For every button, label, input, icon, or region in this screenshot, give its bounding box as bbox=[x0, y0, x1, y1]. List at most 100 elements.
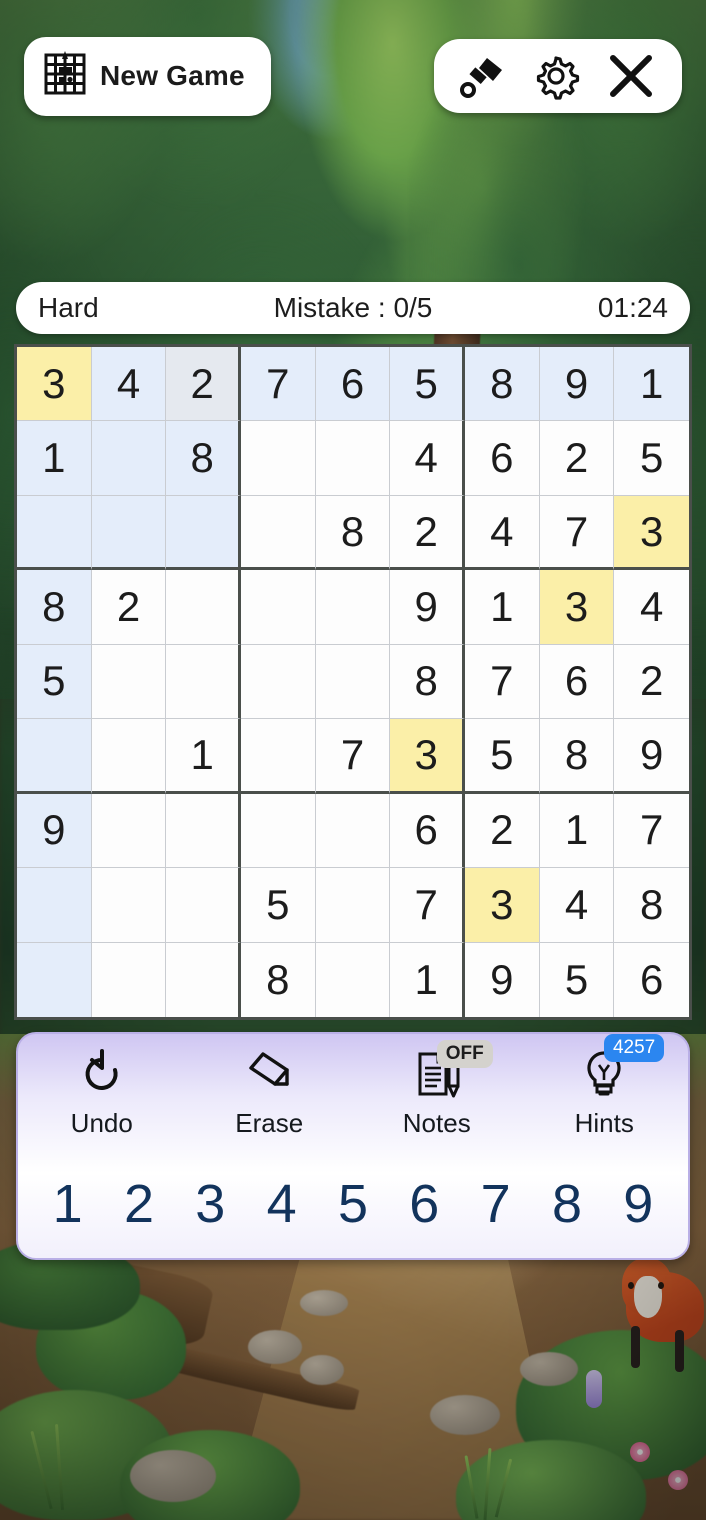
sudoku-cell-r2c5[interactable] bbox=[315, 421, 391, 496]
hints-button[interactable]: 4257 Hints bbox=[521, 1034, 689, 1158]
sudoku-cell-r5c1[interactable]: 5 bbox=[17, 644, 92, 720]
sudoku-cell-r5c8[interactable]: 6 bbox=[539, 644, 615, 720]
sudoku-cell-r8c5[interactable] bbox=[315, 868, 391, 943]
sudoku-cell-r2c2[interactable] bbox=[91, 421, 167, 496]
sudoku-grid[interactable]: 3427658911846258247382913458762173589962… bbox=[14, 344, 692, 1020]
sudoku-cell-r1c1[interactable]: 3 bbox=[17, 347, 92, 422]
sudoku-cell-r3c1[interactable] bbox=[17, 495, 92, 571]
sudoku-cell-r7c8[interactable]: 1 bbox=[539, 793, 615, 869]
sudoku-cell-r6c8[interactable]: 8 bbox=[539, 719, 615, 794]
notes-button[interactable]: OFF Notes bbox=[353, 1040, 521, 1158]
numpad-key-8[interactable]: 8 bbox=[531, 1177, 602, 1231]
sudoku-cell-r4c7[interactable]: 1 bbox=[464, 570, 540, 645]
sudoku-cell-r4c5[interactable] bbox=[315, 570, 391, 645]
sudoku-cell-r7c6[interactable]: 6 bbox=[390, 793, 465, 869]
sudoku-cell-r8c2[interactable] bbox=[91, 868, 167, 943]
sudoku-cell-r4c8[interactable]: 3 bbox=[539, 570, 615, 645]
sudoku-cell-r8c3[interactable] bbox=[166, 868, 241, 943]
sudoku-cell-r8c4[interactable]: 5 bbox=[240, 868, 316, 943]
sudoku-cell-r3c7[interactable]: 4 bbox=[464, 495, 540, 571]
erase-button[interactable]: Erase bbox=[186, 1046, 354, 1158]
sudoku-cell-r7c7[interactable]: 2 bbox=[464, 793, 540, 869]
numpad-key-2[interactable]: 2 bbox=[103, 1177, 174, 1231]
sudoku-cell-r6c6[interactable]: 3 bbox=[390, 719, 465, 794]
sudoku-cell-r8c6[interactable]: 7 bbox=[390, 868, 465, 943]
sudoku-cell-r8c9[interactable]: 8 bbox=[614, 868, 689, 943]
sudoku-cell-r1c5[interactable]: 6 bbox=[315, 347, 391, 422]
sudoku-cell-r3c3[interactable] bbox=[166, 495, 241, 571]
sudoku-cell-r1c2[interactable]: 4 bbox=[91, 347, 167, 422]
sudoku-cell-r9c3[interactable] bbox=[166, 942, 241, 1017]
sudoku-cell-r7c9[interactable]: 7 bbox=[614, 793, 689, 869]
sudoku-cell-r6c2[interactable] bbox=[91, 719, 167, 794]
sudoku-cell-r5c9[interactable]: 2 bbox=[614, 644, 689, 720]
sudoku-cell-r4c1[interactable]: 8 bbox=[17, 570, 92, 645]
numpad-key-6[interactable]: 6 bbox=[389, 1177, 460, 1231]
sudoku-cell-r2c4[interactable] bbox=[240, 421, 316, 496]
sudoku-cell-r5c7[interactable]: 7 bbox=[464, 644, 540, 720]
sudoku-cell-r6c9[interactable]: 9 bbox=[614, 719, 689, 794]
numpad-key-7[interactable]: 7 bbox=[460, 1177, 531, 1231]
sudoku-cell-r5c6[interactable]: 8 bbox=[390, 644, 465, 720]
sudoku-cell-r6c3[interactable]: 1 bbox=[166, 719, 241, 794]
undo-button[interactable]: Undo bbox=[18, 1046, 186, 1158]
sudoku-cell-r4c4[interactable] bbox=[240, 570, 316, 645]
sudoku-cell-r4c6[interactable]: 9 bbox=[390, 570, 465, 645]
sudoku-cell-r5c3[interactable] bbox=[166, 644, 241, 720]
sudoku-cell-r1c9[interactable]: 1 bbox=[614, 347, 689, 422]
sudoku-cell-r9c6[interactable]: 1 bbox=[390, 942, 465, 1017]
sudoku-cell-r9c8[interactable]: 5 bbox=[539, 942, 615, 1017]
sudoku-cell-r9c5[interactable] bbox=[315, 942, 391, 1017]
sudoku-cell-r3c2[interactable] bbox=[91, 495, 167, 571]
sudoku-cell-r9c1[interactable] bbox=[17, 942, 92, 1017]
sudoku-cell-r6c1[interactable] bbox=[17, 719, 92, 794]
sudoku-cell-r6c7[interactable]: 5 bbox=[464, 719, 540, 794]
close-x-icon[interactable] bbox=[606, 51, 656, 101]
sudoku-cell-r7c1[interactable]: 9 bbox=[17, 793, 92, 869]
sudoku-cell-r8c8[interactable]: 4 bbox=[539, 868, 615, 943]
sudoku-cell-r7c4[interactable] bbox=[240, 793, 316, 869]
sudoku-cell-r6c4[interactable] bbox=[240, 719, 316, 794]
sudoku-cell-r2c6[interactable]: 4 bbox=[390, 421, 465, 496]
sudoku-cell-r5c5[interactable] bbox=[315, 644, 391, 720]
sudoku-cell-r2c3[interactable]: 8 bbox=[166, 421, 241, 496]
sudoku-cell-r8c7[interactable]: 3 bbox=[464, 868, 540, 943]
sudoku-cell-r7c5[interactable] bbox=[315, 793, 391, 869]
numpad-key-1[interactable]: 1 bbox=[32, 1177, 103, 1231]
sudoku-cell-r4c3[interactable] bbox=[166, 570, 241, 645]
sudoku-cell-r9c7[interactable]: 9 bbox=[464, 942, 540, 1017]
sudoku-cell-r9c4[interactable]: 8 bbox=[240, 942, 316, 1017]
sudoku-cell-r1c8[interactable]: 9 bbox=[539, 347, 615, 422]
sudoku-cell-r1c6[interactable]: 5 bbox=[390, 347, 465, 422]
sudoku-cell-r9c9[interactable]: 6 bbox=[614, 942, 689, 1017]
sudoku-cell-r2c9[interactable]: 5 bbox=[614, 421, 689, 496]
numpad-key-4[interactable]: 4 bbox=[246, 1177, 317, 1231]
sudoku-cell-r3c5[interactable]: 8 bbox=[315, 495, 391, 571]
new-game-button[interactable]: New Game bbox=[24, 36, 271, 116]
sudoku-cell-r3c6[interactable]: 2 bbox=[390, 495, 465, 571]
sudoku-cell-r1c3[interactable]: 2 bbox=[166, 347, 241, 422]
gear-icon[interactable] bbox=[532, 52, 580, 100]
sudoku-cell-r2c1[interactable]: 1 bbox=[17, 421, 92, 496]
sudoku-cell-r3c4[interactable] bbox=[240, 495, 316, 571]
sudoku-cell-r7c3[interactable] bbox=[166, 793, 241, 869]
sudoku-cell-r2c8[interactable]: 2 bbox=[539, 421, 615, 496]
sudoku-cell-r3c8[interactable]: 7 bbox=[539, 495, 615, 571]
numpad-key-9[interactable]: 9 bbox=[603, 1177, 674, 1231]
sudoku-cell-r9c2[interactable] bbox=[91, 942, 167, 1017]
sudoku-cell-r1c4[interactable]: 7 bbox=[240, 347, 316, 422]
numpad-key-5[interactable]: 5 bbox=[317, 1177, 388, 1231]
paint-brush-icon[interactable] bbox=[460, 53, 506, 99]
sudoku-cell-r4c2[interactable]: 2 bbox=[91, 570, 167, 645]
sudoku-cell-r5c4[interactable] bbox=[240, 644, 316, 720]
sudoku-cell-r8c1[interactable] bbox=[17, 868, 92, 943]
sudoku-cell-r7c2[interactable] bbox=[91, 793, 167, 869]
number-pad[interactable]: 123456789 bbox=[18, 1158, 688, 1250]
numpad-key-3[interactable]: 3 bbox=[175, 1177, 246, 1231]
sudoku-cell-r5c2[interactable] bbox=[91, 644, 167, 720]
sudoku-cell-r4c9[interactable]: 4 bbox=[614, 570, 689, 645]
sudoku-cell-r1c7[interactable]: 8 bbox=[464, 347, 540, 422]
sudoku-cell-r2c7[interactable]: 6 bbox=[464, 421, 540, 496]
sudoku-cell-r3c9[interactable]: 3 bbox=[614, 495, 689, 571]
sudoku-cell-r6c5[interactable]: 7 bbox=[315, 719, 391, 794]
